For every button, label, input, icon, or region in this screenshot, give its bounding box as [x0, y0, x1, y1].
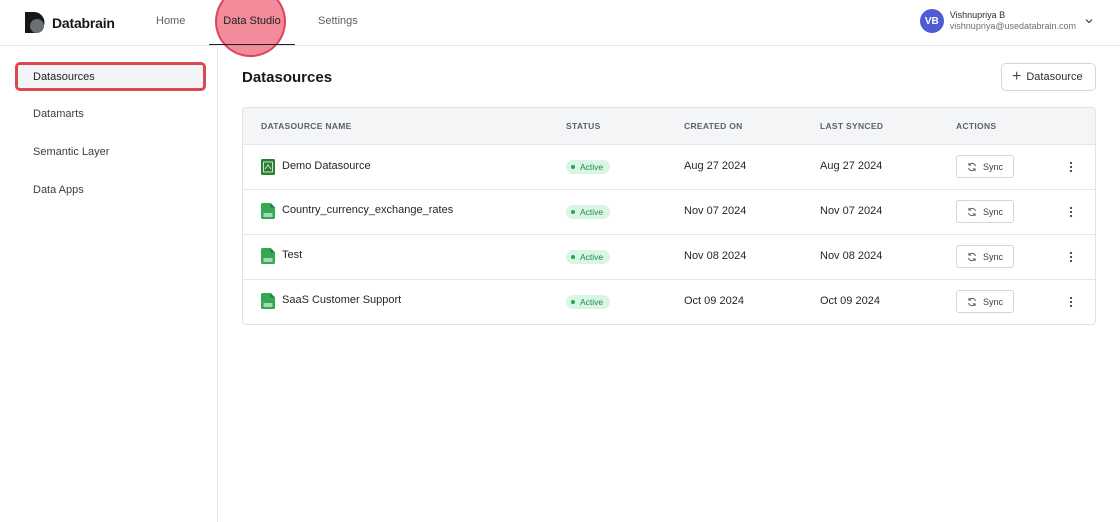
sidebar-item-label: Datasources — [33, 71, 95, 83]
table-row[interactable]: Test Active Nov 08 2024 Nov 08 2024 Sync — [243, 235, 1095, 280]
status-label: Active — [580, 297, 604, 307]
status-badge: Active — [566, 250, 611, 264]
user-info: Vishnupriya B vishnupriya@usedatabrain.c… — [950, 10, 1076, 32]
created-on: Aug 27 2024 — [684, 160, 747, 172]
sync-button[interactable]: Sync — [956, 290, 1014, 313]
more-options-icon[interactable] — [1069, 251, 1073, 263]
top-navigation-bar: Databrain Home Data Studio Settings VB V… — [0, 0, 1120, 57]
refresh-icon — [968, 207, 976, 216]
sync-label: Sync — [982, 296, 1003, 307]
datasource-name[interactable]: SaaS Customer Support — [282, 294, 401, 306]
more-options-icon[interactable] — [1069, 296, 1073, 308]
more-options-icon[interactable] — [1069, 161, 1073, 173]
created-on: Oct 09 2024 — [684, 295, 744, 307]
sidebar-item-semantic-layer[interactable]: Semantic Layer — [33, 146, 109, 158]
created-on: Nov 07 2024 — [684, 205, 747, 217]
user-menu[interactable]: VB Vishnupriya B vishnupriya@usedatabrai… — [919, 9, 1094, 33]
column-header-synced[interactable]: LAST SYNCED — [820, 121, 883, 131]
status-label: Active — [580, 162, 604, 172]
user-email: vishnupriya@usedatabrain.com — [949, 21, 1076, 31]
page-title: Datasources — [242, 69, 333, 86]
table-row[interactable]: Country_currency_exchange_rates Active N… — [243, 190, 1095, 235]
last-synced: Aug 27 2024 — [820, 160, 883, 172]
add-datasource-label: Datasource — [1026, 71, 1083, 83]
sync-button[interactable]: Sync — [956, 155, 1014, 178]
csv-file-icon — [261, 203, 275, 219]
sync-button[interactable]: Sync — [956, 200, 1014, 223]
brand-name: Databrain — [52, 14, 115, 31]
last-synced: Nov 08 2024 — [820, 250, 883, 262]
sync-button[interactable]: Sync — [956, 245, 1014, 268]
nav-home[interactable]: Home — [156, 0, 185, 45]
datasource-name[interactable]: Demo Datasource — [282, 160, 371, 172]
database-icon — [261, 159, 275, 175]
csv-file-icon — [261, 293, 275, 309]
column-header-created[interactable]: CREATED ON — [684, 121, 743, 131]
refresh-icon — [968, 252, 976, 261]
sync-label: Sync — [982, 206, 1003, 217]
column-header-status[interactable]: STATUS — [566, 121, 601, 131]
nav-data-studio-label: Data Studio — [223, 15, 281, 27]
column-header-name[interactable]: DATASOURCE NAME — [261, 121, 352, 131]
table-row[interactable]: Demo Datasource Active Aug 27 2024 Aug 2… — [243, 145, 1095, 190]
sidebar: Datasources Datamarts Semantic Layer Dat… — [0, 46, 218, 522]
nav-settings[interactable]: Settings — [318, 0, 358, 45]
sidebar-item-data-apps[interactable]: Data Apps — [33, 184, 84, 196]
datasource-name[interactable]: Country_currency_exchange_rates — [282, 204, 453, 216]
status-dot — [571, 255, 575, 259]
refresh-icon — [968, 297, 976, 306]
status-badge: Active — [566, 205, 611, 219]
databrain-logo-icon — [25, 12, 45, 33]
table-header: DATASOURCE NAME STATUS CREATED ON LAST S… — [243, 108, 1095, 145]
nav-data-studio[interactable]: Data Studio — [209, 0, 295, 45]
column-header-actions: ACTIONS — [956, 121, 997, 131]
status-badge: Active — [566, 160, 611, 174]
user-name: Vishnupriya B — [949, 10, 1006, 20]
status-dot — [571, 210, 575, 214]
status-dot — [571, 165, 575, 169]
sidebar-item-datasources[interactable]: Datasources — [15, 62, 206, 91]
csv-file-icon — [261, 248, 275, 264]
avatar: VB — [919, 9, 944, 33]
last-synced: Oct 09 2024 — [820, 295, 880, 307]
last-synced: Nov 07 2024 — [820, 205, 883, 217]
sync-label: Sync — [982, 161, 1003, 172]
datasource-name[interactable]: Test — [282, 249, 302, 261]
chevron-down-icon[interactable] — [1084, 16, 1094, 26]
sidebar-item-datamarts[interactable]: Datamarts — [33, 108, 84, 120]
status-dot — [571, 300, 575, 304]
add-datasource-button[interactable]: + Datasource — [1001, 63, 1096, 91]
status-label: Active — [580, 207, 604, 217]
table-row[interactable]: SaaS Customer Support Active Oct 09 2024… — [243, 280, 1095, 324]
brand-logo[interactable]: Databrain — [23, 11, 115, 34]
more-options-icon[interactable] — [1069, 206, 1073, 218]
sync-label: Sync — [982, 251, 1003, 262]
datasources-table: DATASOURCE NAME STATUS CREATED ON LAST S… — [242, 107, 1096, 325]
status-label: Active — [580, 252, 604, 262]
created-on: Nov 08 2024 — [684, 250, 747, 262]
refresh-icon — [968, 162, 976, 171]
status-badge: Active — [566, 295, 611, 309]
plus-icon: + — [1012, 68, 1022, 85]
